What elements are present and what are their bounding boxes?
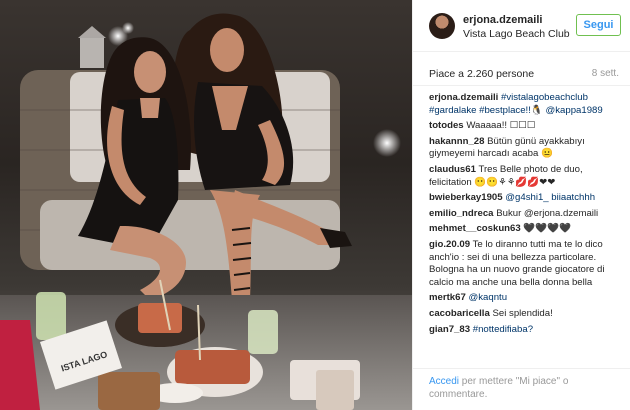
comment-text[interactable]: @kaqntu	[468, 292, 507, 303]
comment-username[interactable]: hakannn_28	[429, 136, 484, 147]
comment-item: gian7_83 #nottedifiaba?	[429, 324, 625, 337]
comment-item: cacobaricella Sei splendida!	[429, 308, 625, 321]
login-link[interactable]: Accedi	[429, 376, 459, 387]
post-username[interactable]: erjona.dzemaili	[463, 14, 542, 26]
comment-item: gio.20.09 Te lo diranno tutti ma te lo d…	[429, 239, 625, 289]
comment-text: Waaaaa!! ☐☐☐	[466, 120, 536, 132]
comment-username[interactable]: emilio_ndreca	[429, 208, 494, 219]
comment-item: claudus61 Tres Belle photo de duo, felic…	[429, 164, 625, 189]
post-photo[interactable]: ISTA LAGO	[0, 0, 412, 410]
comment-item: mertk67 @kaqntu	[429, 292, 625, 305]
comment-username[interactable]: erjona.dzemaili	[429, 92, 498, 103]
comment-text: Sei splendida!	[492, 307, 553, 319]
post-age[interactable]: 8 sett.	[592, 68, 619, 79]
likes-row: Piace a 2.260 persone 8 sett.	[413, 52, 630, 86]
comment-username[interactable]: claudus61	[429, 164, 476, 175]
login-prompt: Accedi per mettere "Mi piace" o commenta…	[429, 375, 619, 401]
comment-item: totodes Waaaaa!! ☐☐☐	[429, 120, 625, 133]
comment-text: Bukur @erjona.dzemaili	[496, 207, 599, 219]
likes-count[interactable]: Piace a 2.260 persone	[429, 68, 534, 80]
comment-text[interactable]: @g4shi1_ biiaatchhh	[505, 192, 595, 203]
comment-text: 🖤🖤🖤🖤	[523, 223, 572, 235]
post-location[interactable]: Vista Lago Beach Club	[463, 28, 570, 40]
comment-item: emilio_ndreca Bukur @erjona.dzemaili	[429, 208, 625, 221]
comment-item: erjona.dzemaili #vistalagobeachclub #gar…	[429, 92, 625, 117]
photo-illustration: ISTA LAGO	[0, 13, 412, 410]
comment-item: bwieberkay1905 @g4shi1_ biiaatchhh	[429, 192, 625, 205]
comment-username[interactable]: mehmet__coskun63	[429, 223, 521, 234]
comment-username[interactable]: totodes	[429, 120, 464, 131]
comment-username[interactable]: bwieberkay1905	[429, 192, 503, 203]
follow-button[interactable]: Segui	[576, 14, 621, 36]
avatar[interactable]	[429, 13, 455, 39]
comment-item: mehmet__coskun63 🖤🖤🖤🖤	[429, 223, 625, 236]
comment-username[interactable]: mertk67	[429, 292, 466, 303]
post-sidebar: erjona.dzemaili Vista Lago Beach Club Se…	[412, 0, 630, 410]
comment-username[interactable]: gian7_83	[429, 324, 470, 335]
post-header: erjona.dzemaili Vista Lago Beach Club Se…	[413, 0, 630, 52]
comment-item: hakannn_28 Bütün günü ayakkabıyı giymeye…	[429, 136, 625, 161]
comment-username[interactable]: cacobaricella	[429, 308, 490, 319]
comment-text[interactable]: #nottedifiaba?	[473, 324, 533, 335]
login-footer: Accedi per mettere "Mi piace" o commenta…	[413, 368, 630, 410]
comment-username[interactable]: gio.20.09	[429, 239, 470, 250]
comments-list: erjona.dzemaili #vistalagobeachclub #gar…	[429, 92, 625, 368]
